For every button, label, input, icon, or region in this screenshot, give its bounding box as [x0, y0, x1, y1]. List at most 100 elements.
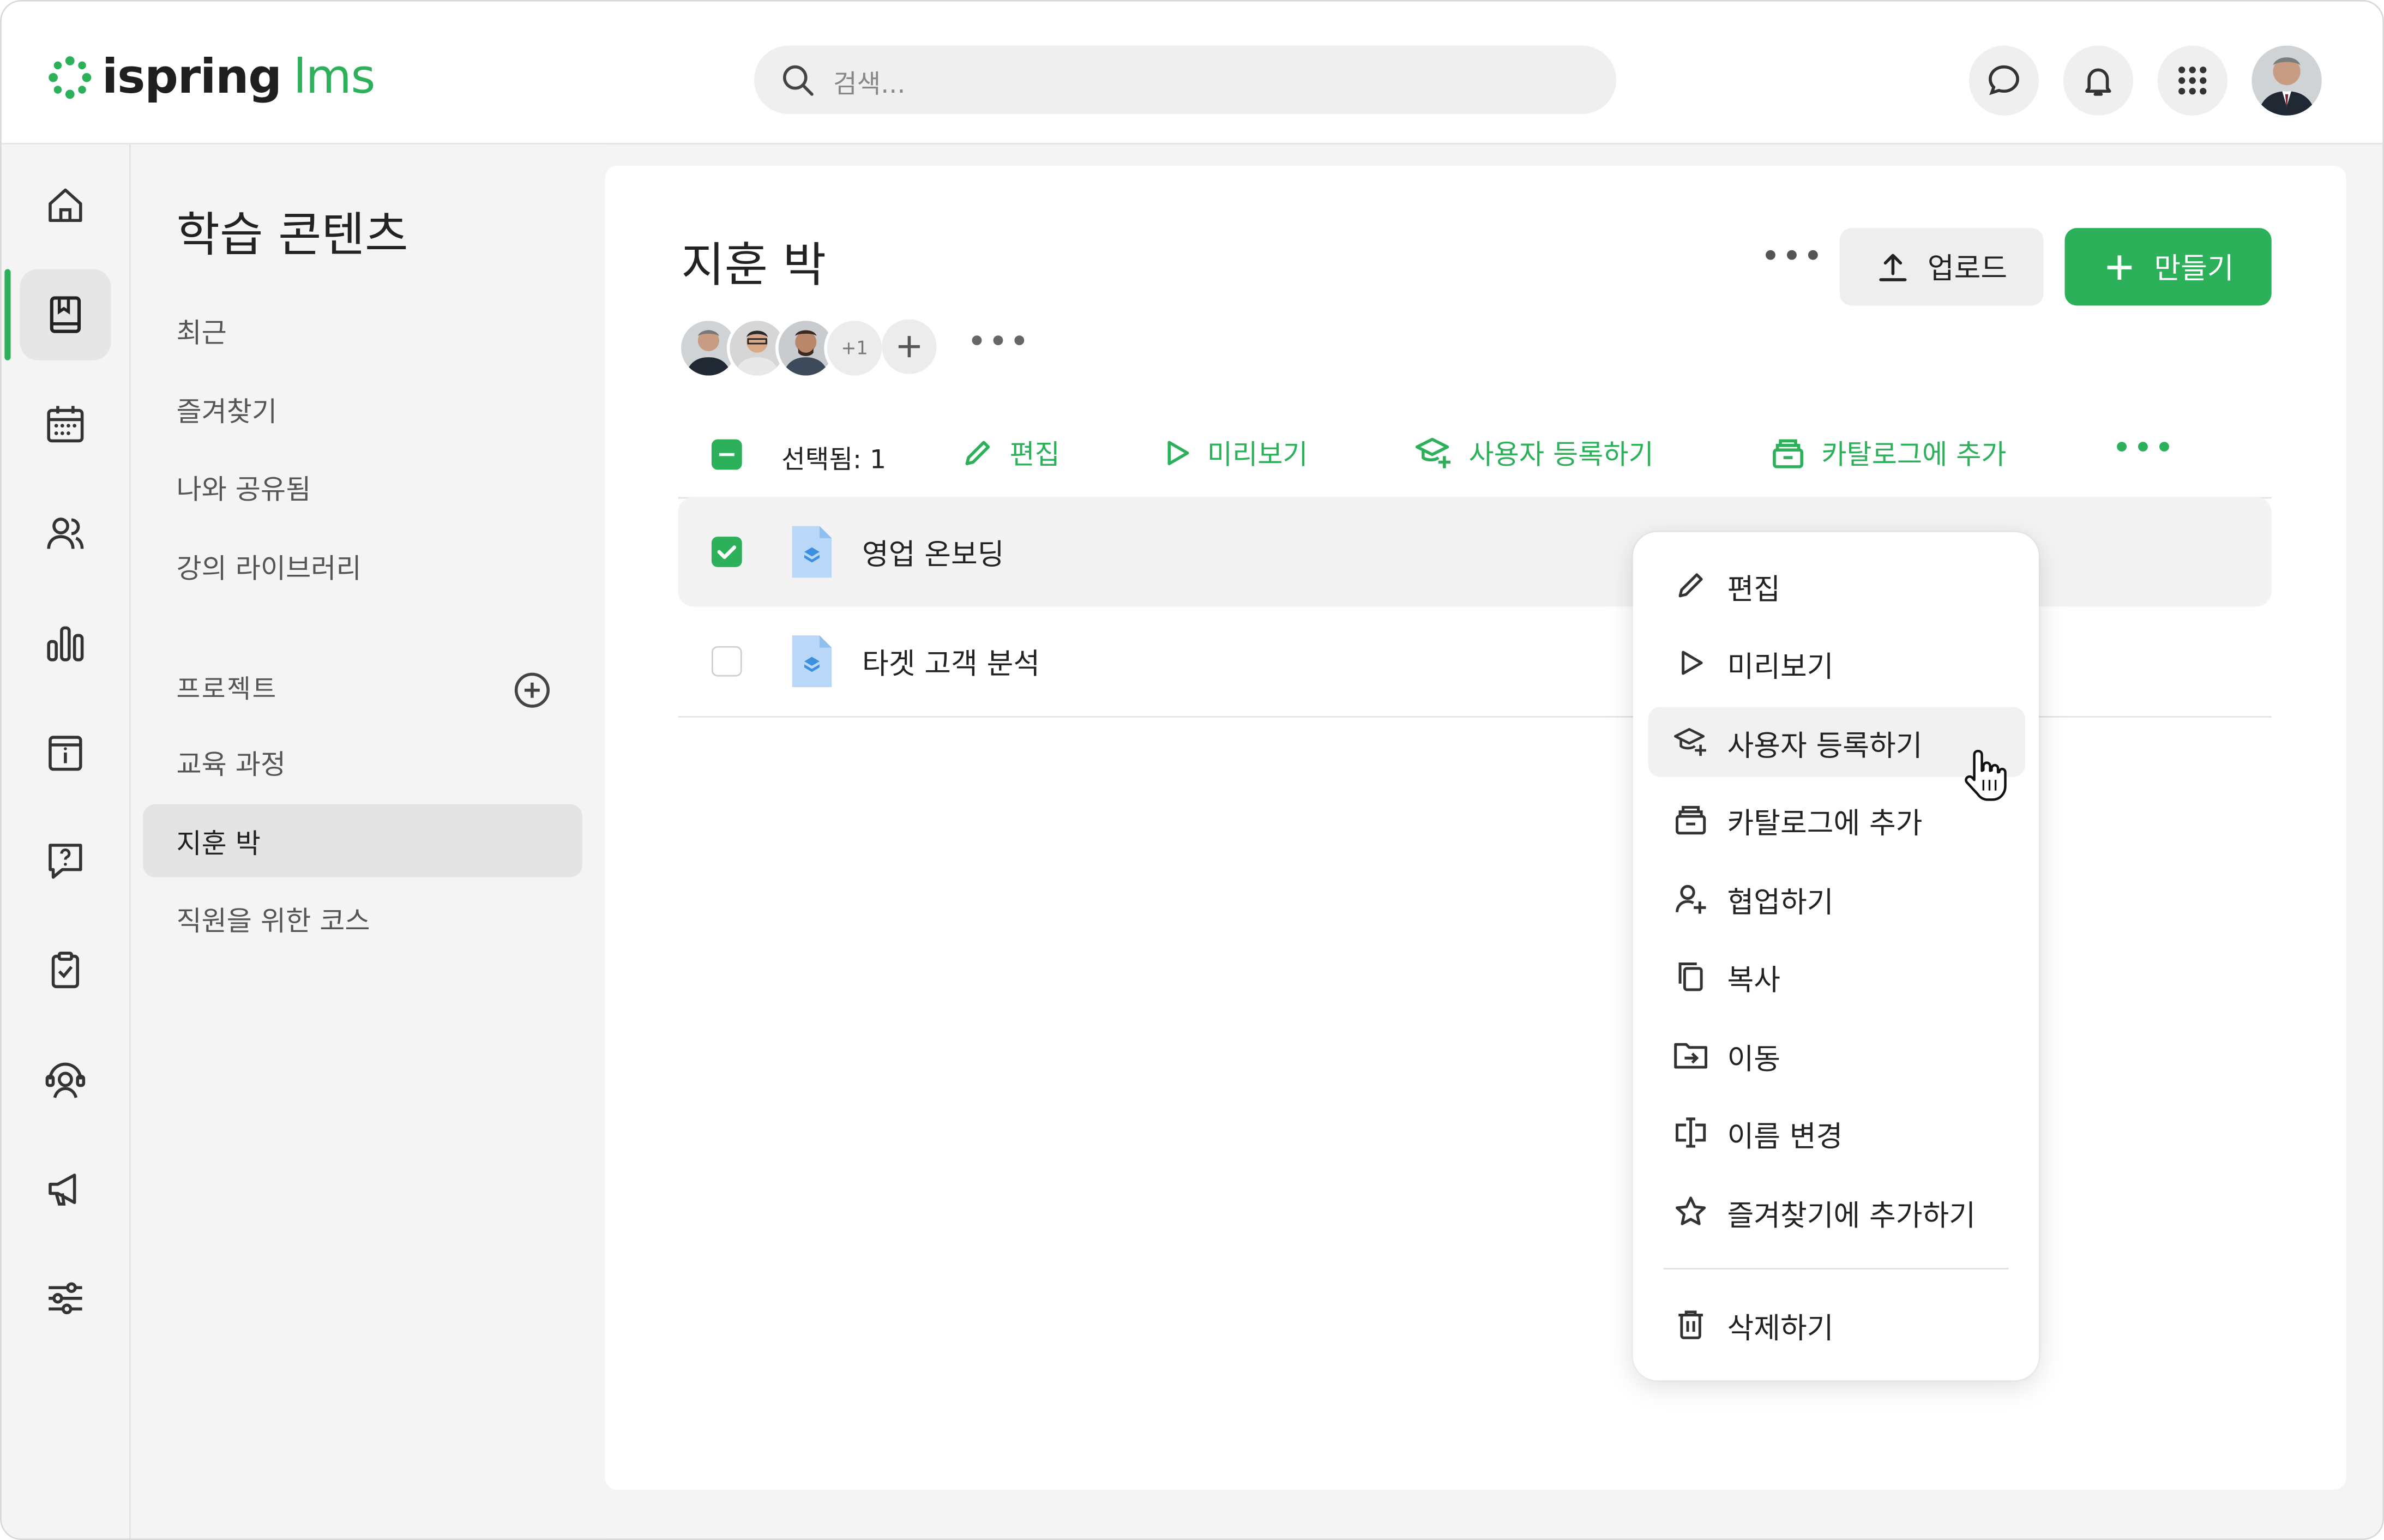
copy-icon [1672, 958, 1709, 994]
toolbar-enroll-button[interactable]: 사용자 등록하기 [1414, 434, 1654, 473]
projects-section-label: 프로젝트 [176, 675, 278, 706]
rail-home[interactable] [20, 160, 111, 251]
rename-icon [1672, 1114, 1709, 1151]
pencil-icon [1672, 567, 1709, 604]
create-label: 만들기 [2154, 252, 2234, 286]
menu-item-label: 미리보기 [1727, 651, 1834, 684]
menu-item-move[interactable]: 이동 [1648, 1020, 2025, 1090]
row-name[interactable]: 타겟 고객 분석 [862, 641, 1040, 682]
search-placeholder: 검색... [833, 70, 906, 100]
course-file-icon [787, 521, 836, 582]
toolbar-edit-button[interactable]: 편집 [961, 434, 1060, 473]
menu-item-label: 이름 변경 [1727, 1120, 1843, 1154]
subnav-item-shared[interactable]: 나와 공유됨 [176, 468, 311, 508]
menu-divider [1663, 1268, 2009, 1270]
upload-label: 업로드 [1927, 252, 2008, 286]
upload-icon [1876, 250, 1909, 284]
chat-icon [1986, 62, 2022, 99]
menu-item-preview[interactable]: 미리보기 [1648, 628, 2025, 697]
user-avatar[interactable] [2251, 45, 2322, 116]
question-chat-icon [44, 839, 87, 882]
row-checkbox[interactable] [711, 646, 742, 677]
row-checkbox[interactable] [711, 537, 742, 567]
search-icon [781, 64, 815, 97]
members-extra-count[interactable]: +1 [824, 317, 885, 379]
rail-questions[interactable] [20, 815, 111, 906]
toolbar-preview-label: 미리보기 [1207, 439, 1308, 472]
rail-info[interactable] [20, 707, 111, 798]
bell-icon [2080, 62, 2116, 99]
context-menu: 편집 미리보기 사용자 등록하기 카탈로그에 추가 협업하기 복사 이동 이름 [1633, 532, 2039, 1381]
menu-item-delete[interactable]: 삭제하기 [1648, 1289, 2025, 1359]
add-project-icon[interactable] [513, 670, 552, 709]
menu-item-label: 사용자 등록하기 [1727, 730, 1923, 763]
project-item-employee-course[interactable]: 직원을 위한 코스 [176, 900, 370, 939]
hand-cursor-icon [1963, 747, 2009, 804]
toolbar-enroll-label: 사용자 등록하기 [1468, 439, 1654, 472]
trash-icon [1672, 1306, 1709, 1343]
home-icon [44, 184, 87, 226]
toolbar-more-icon[interactable]: ••• [2112, 430, 2176, 468]
play-icon [1161, 438, 1192, 468]
menu-item-collaborate[interactable]: 협업하기 [1648, 863, 2025, 933]
content-subnav: 학습 콘텐츠 최근 즐겨찾기 나와 공유됨 강의 라이브러리 프로젝트 교육 과… [130, 144, 605, 1539]
reports-chart-icon [44, 622, 87, 664]
toolbar-edit-label: 편집 [1009, 439, 1060, 472]
menu-item-label: 편집 [1727, 573, 1781, 607]
select-all-checkbox[interactable] [711, 439, 742, 470]
rail-reports[interactable] [20, 598, 111, 689]
catalog-icon [1672, 801, 1709, 838]
toolbar-preview-button[interactable]: 미리보기 [1161, 434, 1308, 473]
apps-button[interactable] [2157, 45, 2228, 116]
upload-button[interactable]: 업로드 [1839, 228, 2044, 306]
clipboard-check-icon [44, 949, 87, 991]
create-button[interactable]: 만들기 [2064, 228, 2272, 306]
rail-assignments[interactable] [20, 924, 111, 1015]
play-icon [1672, 645, 1709, 681]
info-card-icon [44, 731, 87, 774]
search-input[interactable]: 검색... [754, 45, 1616, 115]
star-icon [1672, 1193, 1709, 1230]
rail-content[interactable] [20, 269, 111, 360]
menu-item-label: 카탈로그에 추가 [1727, 807, 1923, 841]
menu-item-rename[interactable]: 이름 변경 [1648, 1098, 2025, 1168]
user-add-icon [1672, 880, 1709, 917]
page-more-icon[interactable]: ••• [1761, 239, 1825, 277]
top-header: ispring lms 검색... [1, 1, 2383, 145]
menu-item-label: 이동 [1727, 1043, 1781, 1076]
selected-count: 선택됨: 1 [781, 445, 887, 476]
add-member-button[interactable] [882, 319, 937, 374]
folder-move-icon [1672, 1037, 1709, 1073]
subnav-item-favorites[interactable]: 즐겨찾기 [176, 390, 277, 430]
subnav-item-recent[interactable]: 최근 [176, 311, 226, 351]
rail-settings[interactable] [20, 1253, 111, 1344]
toolbar-catalog-label: 카탈로그에 추가 [1821, 439, 2007, 472]
menu-item-copy[interactable]: 복사 [1648, 941, 2025, 1011]
rail-calendar[interactable] [20, 378, 111, 470]
rail-announcements[interactable] [20, 1143, 111, 1234]
app-window: ispring lms 검색... 학습 콘텐츠 최근 즐겨찾기 나와 공유됨 … [0, 0, 2384, 1540]
megaphone-icon [44, 1168, 87, 1210]
ispring-logo-icon [49, 56, 92, 99]
toolbar-catalog-button[interactable]: 카탈로그에 추가 [1770, 434, 2007, 473]
menu-item-favorite[interactable]: 즐겨찾기에 추가하기 [1648, 1177, 2025, 1247]
pencil-icon [961, 436, 994, 470]
rail-support[interactable] [20, 1034, 111, 1125]
graduation-cap-add-icon [1414, 436, 1453, 470]
notifications-button[interactable] [2063, 45, 2133, 116]
menu-item-label: 복사 [1727, 964, 1781, 997]
subnav-item-library[interactable]: 강의 라이브러리 [176, 548, 361, 587]
plus-icon [895, 333, 923, 360]
rail-users[interactable] [20, 488, 111, 579]
members-more-icon[interactable]: ••• [967, 324, 1031, 362]
row-name[interactable]: 영업 온보딩 [862, 532, 1004, 573]
menu-item-edit[interactable]: 편집 [1648, 550, 2025, 620]
menu-item-label: 즐겨찾기에 추가하기 [1727, 1199, 1976, 1233]
project-item-courses[interactable]: 교육 과정 [176, 743, 286, 783]
rail-active-indicator [4, 269, 11, 360]
support-agent-icon [43, 1057, 88, 1103]
ispring-logo[interactable]: ispring lms [47, 47, 376, 108]
project-item-jihoon[interactable]: 지훈 박 [176, 822, 260, 862]
selection-toolbar: 선택됨: 1 편집 미리보기 사용자 등록하기 카탈로그에 추가 ••• [678, 427, 2272, 499]
chat-button[interactable] [1968, 45, 2039, 116]
